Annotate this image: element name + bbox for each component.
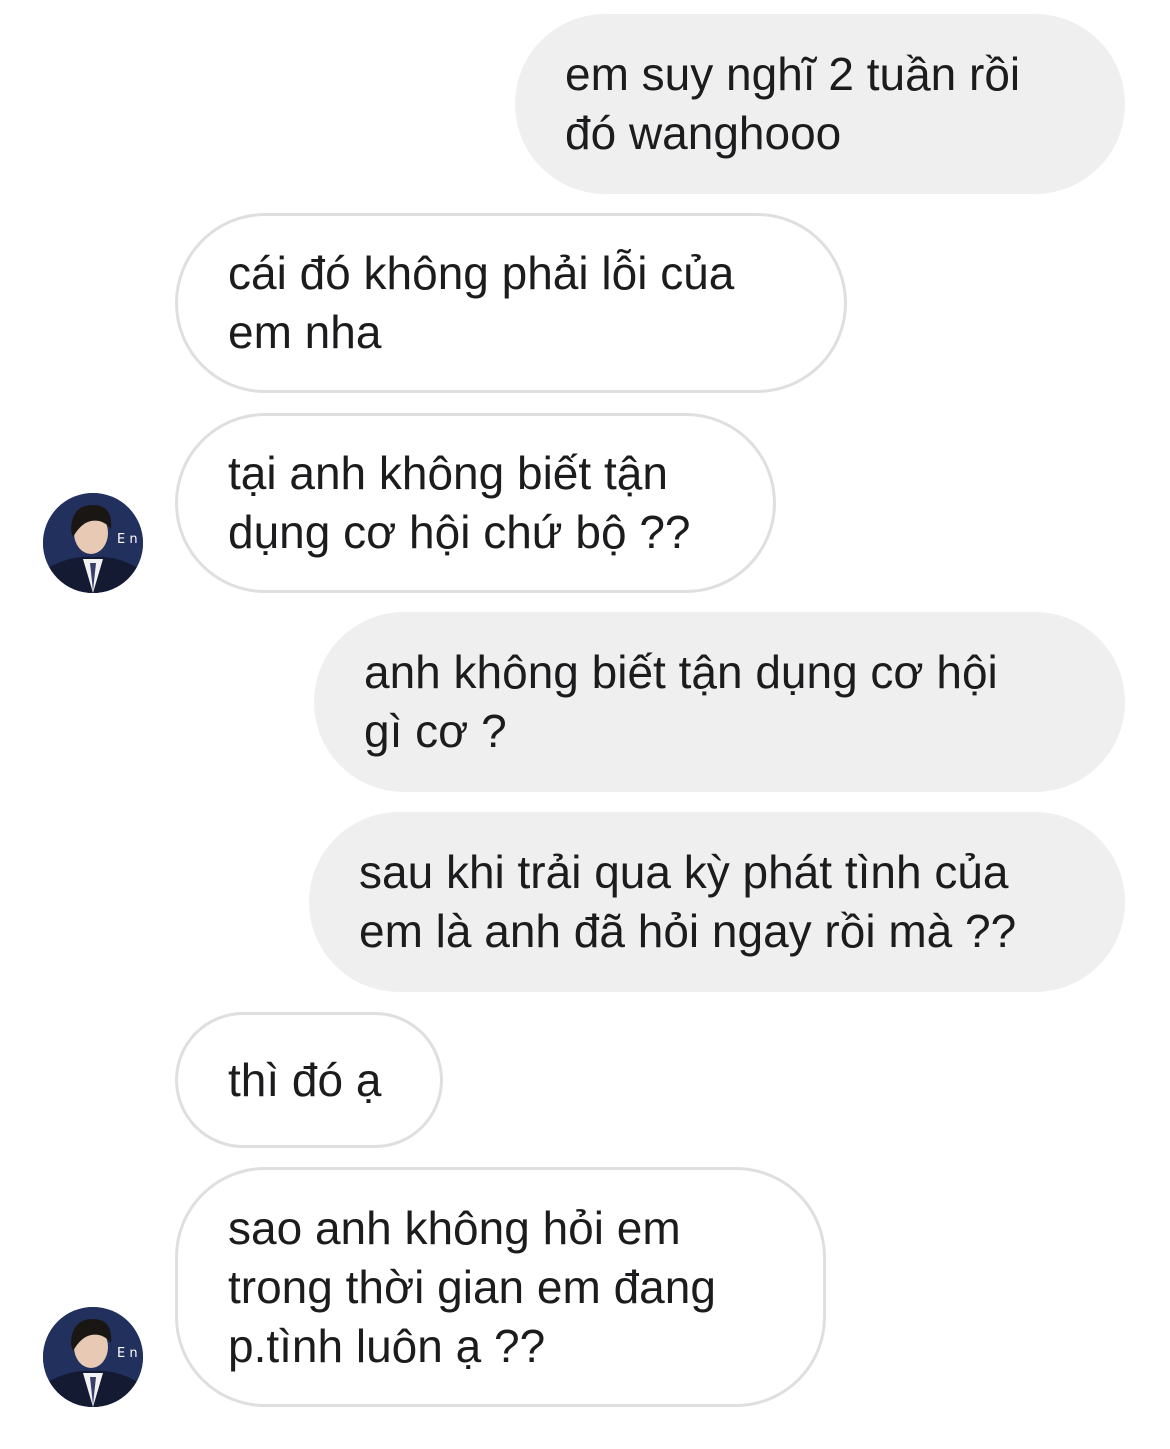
contact-avatar[interactable]: E n xyxy=(43,493,143,593)
message-bubble-received[interactable]: thì đó ạ xyxy=(175,1012,443,1148)
message-bubble-sent[interactable]: sau khi trải qua kỳ phát tình của em là … xyxy=(309,812,1125,992)
message-text: sau khi trải qua kỳ phát tình của em là … xyxy=(359,846,1017,957)
message-bubble-received[interactable]: sao anh không hỏi em trong thời gian em … xyxy=(175,1167,826,1407)
message-text: thì đó ạ xyxy=(228,1053,382,1106)
svg-text:E n: E n xyxy=(117,532,138,547)
message-bubble-received[interactable]: cái đó không phải lỗi của em nha xyxy=(175,213,847,393)
message-bubble-received[interactable]: tại anh không biết tận dụng cơ hội chứ b… xyxy=(175,413,776,593)
message-text: anh không biết tận dụng cơ hội gì cơ ? xyxy=(364,646,998,757)
profile-photo-icon: E n xyxy=(43,493,143,593)
message-bubble-sent[interactable]: anh không biết tận dụng cơ hội gì cơ ? xyxy=(314,612,1125,792)
message-text: em suy nghĩ 2 tuần rồi đó wanghooo xyxy=(565,48,1021,159)
message-text: cái đó không phải lỗi của em nha xyxy=(228,247,735,358)
message-text: tại anh không biết tận dụng cơ hội chứ b… xyxy=(228,447,691,558)
svg-text:E n: E n xyxy=(117,1346,138,1361)
contact-avatar[interactable]: E n xyxy=(43,1307,143,1407)
message-bubble-sent[interactable]: em suy nghĩ 2 tuần rồi đó wanghooo xyxy=(515,14,1125,194)
profile-photo-icon: E n xyxy=(43,1307,143,1407)
message-text: sao anh không hỏi em trong thời gian em … xyxy=(228,1201,716,1372)
